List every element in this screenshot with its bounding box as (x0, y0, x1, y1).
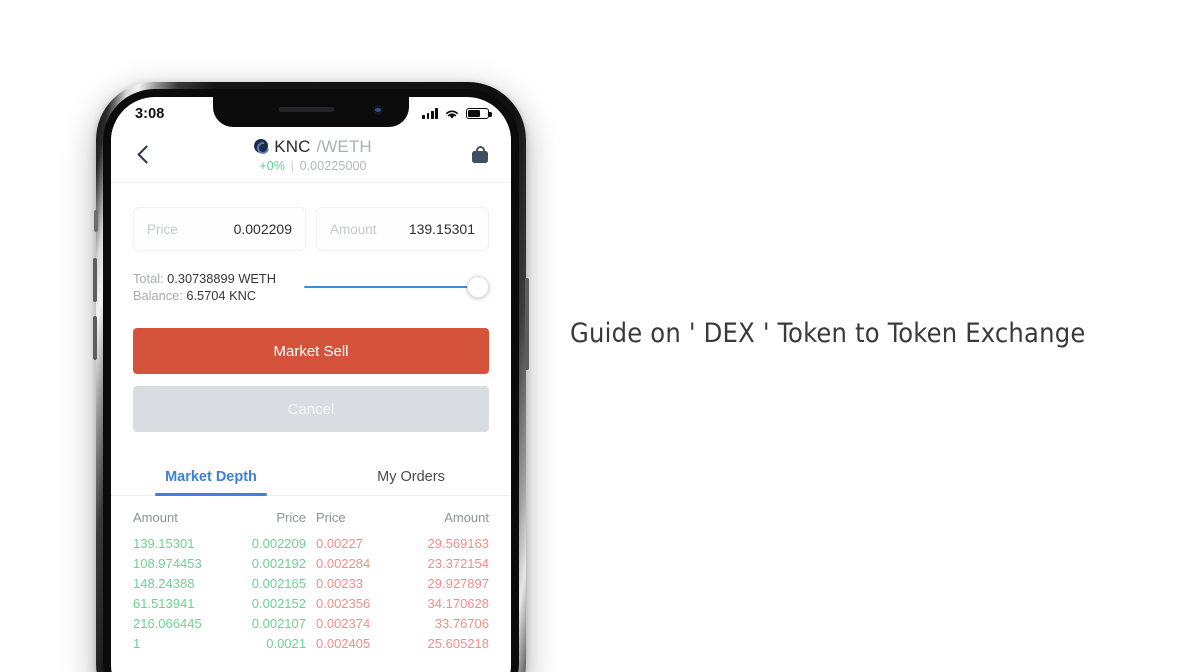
phone-notch (213, 97, 409, 127)
slider-thumb[interactable] (467, 276, 489, 298)
order-book-row[interactable]: 1 0.0021 0.002405 25.605218 (133, 634, 489, 654)
order-book-row[interactable]: 139.15301 0.002209 0.00227 29.569163 (133, 534, 489, 554)
ask-amount: 25.605218 (427, 636, 489, 651)
ask-amount: 33.76706 (434, 616, 489, 631)
amount-percent-slider[interactable] (304, 274, 489, 300)
cellular-bars-icon (422, 108, 438, 119)
ask-amount: 34.170628 (427, 596, 489, 611)
amount-input-label: Amount (330, 221, 377, 237)
ask-price: 0.00227 (316, 536, 363, 551)
bid-price: 0.002107 (251, 616, 306, 631)
market-sell-button[interactable]: Market Sell (133, 328, 489, 374)
order-inputs-row: Price 0.002209 Amount 139.15301 (111, 183, 511, 251)
earpiece-speaker-icon (278, 107, 335, 112)
trading-pair-subtitle: +0% | 0.00225000 (157, 159, 469, 173)
balance-line: Balance: 6.5704 KNC (133, 287, 276, 304)
app-header: KNC /WETH +0% | 0.00225000 (111, 127, 511, 183)
price-change-percent: +0% (259, 158, 286, 173)
trading-pair-title: KNC /WETH (157, 137, 469, 156)
ask-price: 0.00233 (316, 576, 363, 591)
trading-pair-block: KNC /WETH +0% | 0.00225000 (157, 137, 469, 173)
price-input[interactable]: Price 0.002209 (133, 207, 306, 251)
column-header-ask-amount: Amount (444, 510, 489, 525)
bid-amount: 61.513941 (133, 596, 195, 611)
status-bar-indicators (422, 107, 492, 120)
amount-input[interactable]: Amount 139.15301 (316, 207, 489, 251)
slider-track (304, 286, 489, 289)
bid-amount: 148.24388 (133, 576, 195, 591)
price-input-value: 0.002209 (233, 221, 292, 237)
pair-base-symbol: KNC (274, 136, 311, 156)
ask-price: 0.002356 (316, 596, 371, 611)
phone-mockup: 3:08 KNC /WETH +0% | 0.00225000 Price 0.… (93, 82, 529, 672)
bid-price: 0.002152 (251, 596, 306, 611)
lock-icon[interactable] (469, 144, 491, 166)
bid-price: 0.002209 (251, 536, 306, 551)
order-book-row[interactable]: 108.974453 0.002192 0.002284 23.372154 (133, 554, 489, 574)
status-bar-time: 3:08 (135, 105, 165, 122)
total-line: Total: 0.30738899 WETH (133, 270, 276, 287)
order-book: Amount Price Price Amount 139.15301 0.002… (111, 496, 511, 654)
bid-amount: 108.974453 (133, 556, 202, 571)
order-book-row[interactable]: 148.24388 0.002165 0.00233 29.927897 (133, 574, 489, 594)
subtitle-separator: | (290, 158, 294, 173)
battery-level-fill (468, 109, 481, 118)
lock-body (472, 150, 488, 163)
bid-amount: 139.15301 (133, 536, 195, 551)
order-summary-text: Total: 0.30738899 WETH Balance: 6.5704 K… (133, 270, 276, 304)
ask-amount: 29.927897 (427, 576, 489, 591)
last-price: 0.00225000 (299, 158, 367, 173)
battery-icon (466, 107, 492, 120)
cancel-button[interactable]: Cancel (133, 386, 489, 432)
chevron-left-icon[interactable] (131, 142, 157, 168)
column-header-bid-price: Price (276, 510, 306, 525)
ask-price: 0.002284 (316, 556, 371, 571)
pair-quote-symbol: /WETH (316, 136, 372, 156)
order-book-row[interactable]: 216.066445 0.002107 0.002374 33.76706 (133, 614, 489, 634)
order-book-rows: 139.15301 0.002209 0.00227 29.569163 108.974… (133, 534, 489, 654)
total-label: Total: (133, 271, 164, 286)
front-camera-icon (373, 105, 383, 115)
bid-price: 0.002165 (251, 576, 306, 591)
amount-input-value: 139.15301 (408, 221, 475, 237)
bottom-tabs: Market Depth My Orders (111, 458, 511, 496)
order-book-row[interactable]: 61.513941 0.002152 0.002356 34.170628 (133, 594, 489, 614)
ask-price: 0.002374 (316, 616, 371, 631)
order-book-header: Amount Price Price Amount (133, 496, 489, 534)
bid-amount: 216.066445 (133, 616, 202, 631)
price-input-label: Price (147, 221, 178, 237)
phone-volume-down-button[interactable] (93, 316, 97, 360)
ask-price: 0.002405 (316, 636, 371, 651)
tab-my-orders[interactable]: My Orders (311, 458, 511, 495)
balance-value: 6.5704 KNC (186, 288, 257, 303)
wifi-icon (446, 110, 458, 119)
phone-volume-up-button[interactable] (93, 258, 97, 302)
phone-power-button[interactable] (525, 278, 529, 370)
total-value: 0.30738899 WETH (167, 271, 276, 286)
tab-market-depth[interactable]: Market Depth (111, 458, 311, 496)
bid-price: 0.0021 (266, 636, 306, 651)
ask-amount: 23.372154 (427, 556, 489, 571)
knc-token-icon (254, 139, 269, 153)
ask-amount: 29.569163 (427, 536, 489, 551)
bid-price: 0.002192 (251, 556, 306, 571)
phone-screen: 3:08 KNC /WETH +0% | 0.00225000 Price 0.… (111, 97, 511, 672)
page-root: 3:08 KNC /WETH +0% | 0.00225000 Price 0.… (0, 0, 1200, 672)
balance-label: Balance: (133, 288, 183, 303)
page-title: Guide on ' DEX ' Token to Token Exchange (570, 318, 1086, 349)
column-header-ask-price: Price (316, 510, 346, 525)
order-summary-row: Total: 0.30738899 WETH Balance: 6.5704 K… (111, 251, 511, 304)
bid-amount: 1 (133, 636, 141, 651)
order-form: Price 0.002209 Amount 139.15301 Total: 0… (111, 183, 511, 654)
column-header-bid-amount: Amount (133, 510, 178, 525)
phone-mute-switch[interactable] (94, 210, 98, 232)
